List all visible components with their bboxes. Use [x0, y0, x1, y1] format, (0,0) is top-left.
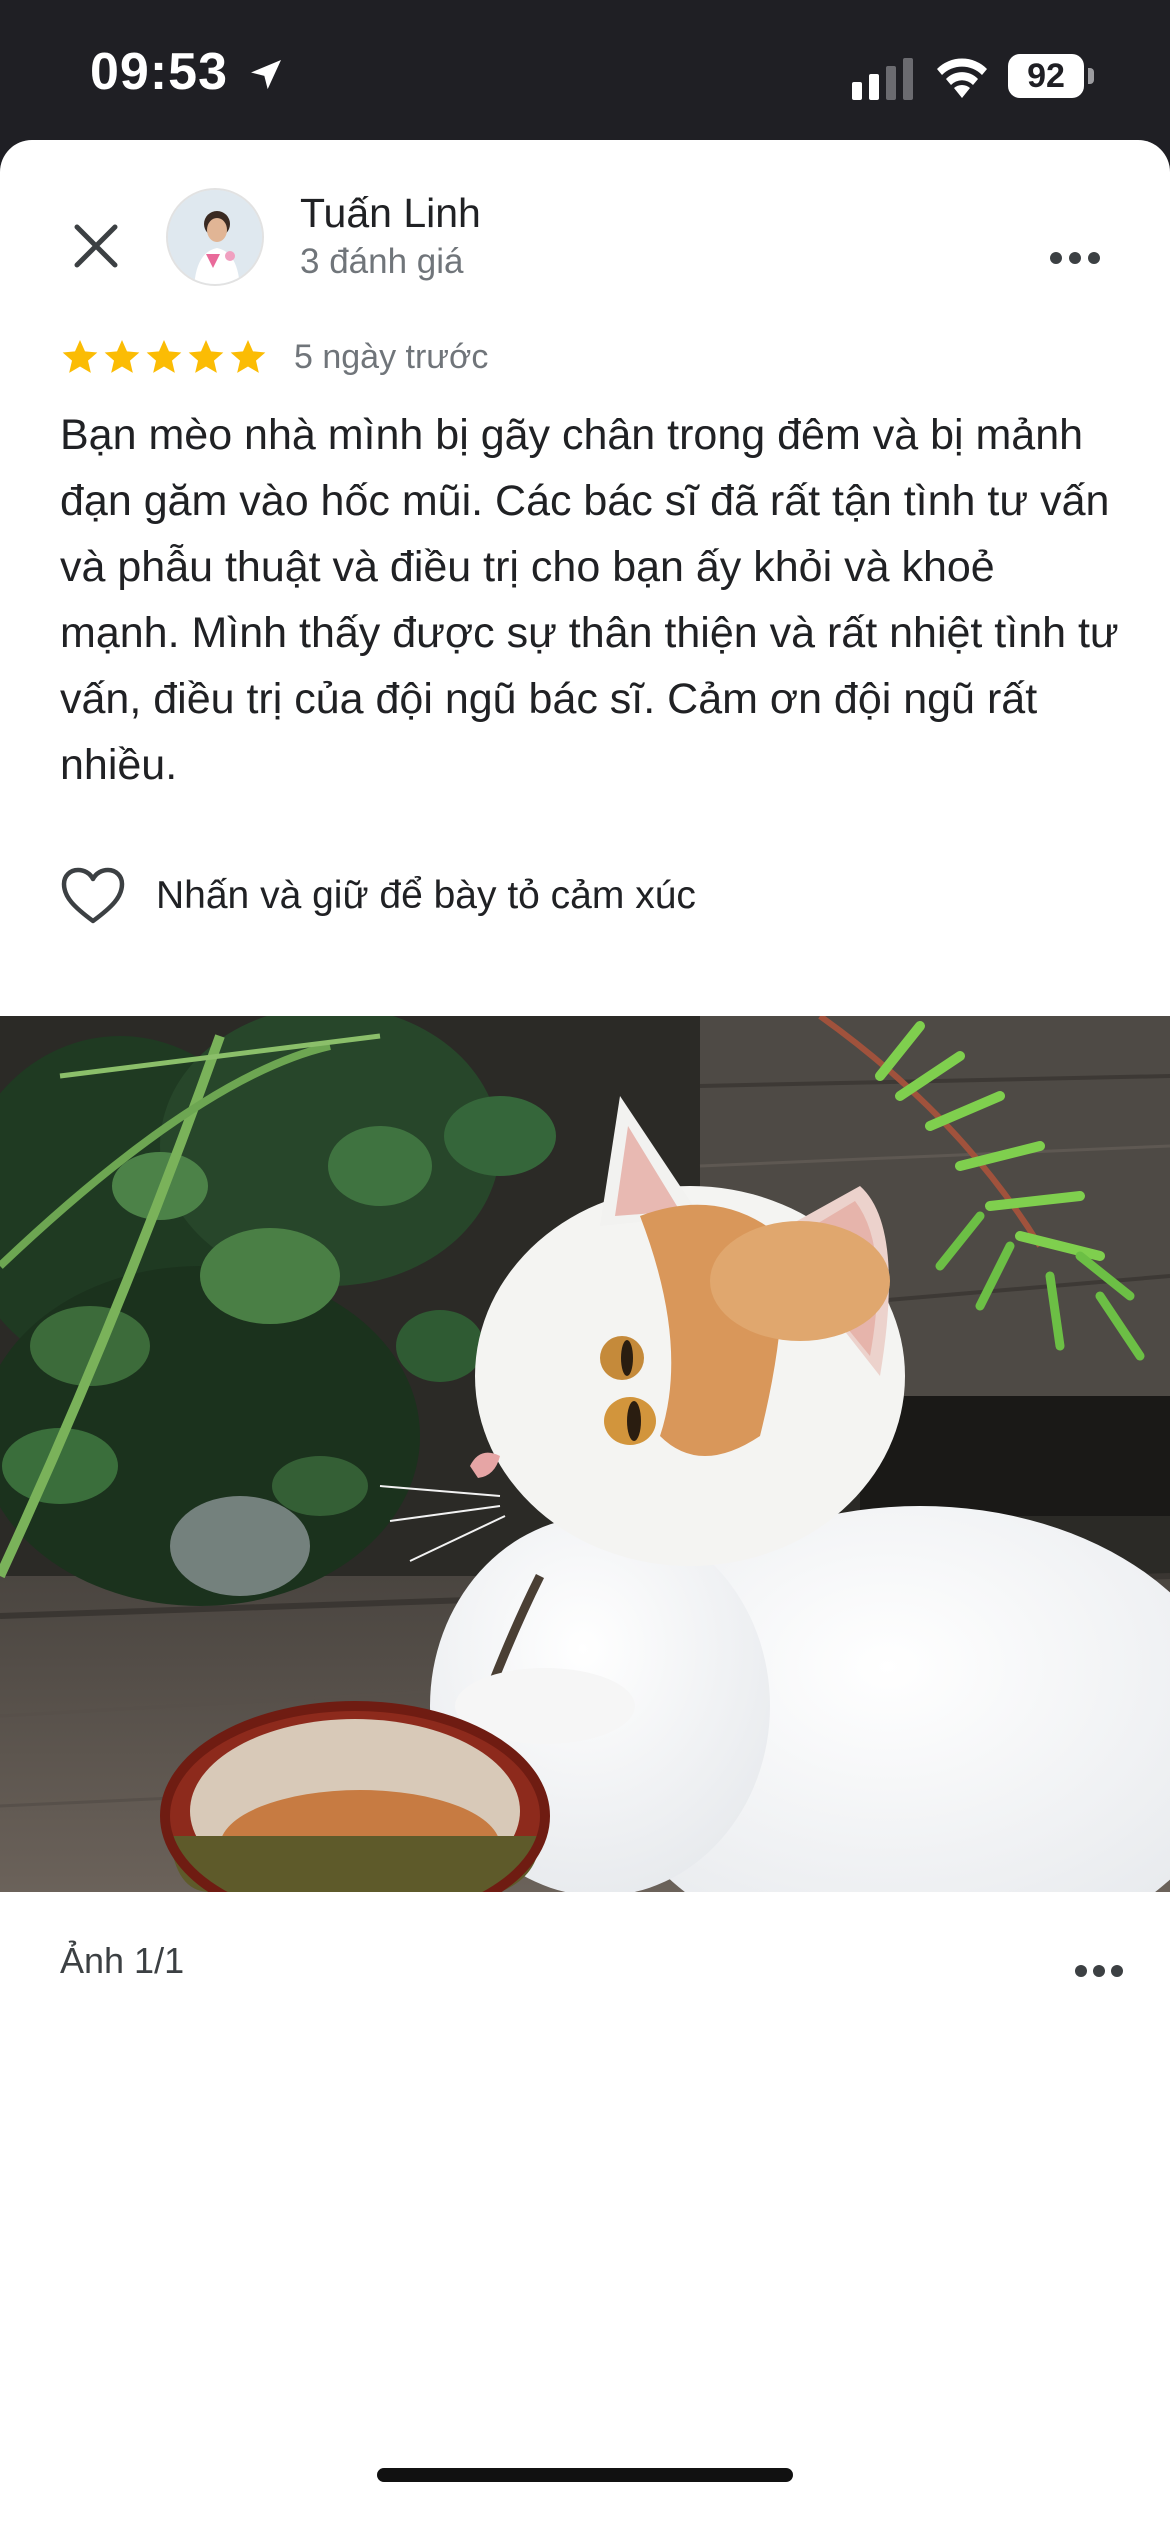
- close-icon: [74, 224, 118, 268]
- photo-counter: Ảnh 1/1: [60, 1940, 185, 1981]
- battery-level: 92: [1008, 54, 1084, 98]
- phone-screen: 09:53 92 Tuấn Linh 3 đánh giá 5 ngày trư…: [0, 0, 1170, 2532]
- star-icon: [188, 340, 224, 373]
- close-button[interactable]: [58, 208, 134, 284]
- wifi-icon: [937, 58, 987, 98]
- battery-indicator: 92: [1008, 54, 1094, 98]
- location-arrow-icon: [251, 60, 281, 90]
- cellular-signal-icon: [852, 58, 913, 100]
- star-rating: [60, 337, 268, 377]
- status-time: 09:53: [90, 43, 228, 101]
- review-text: Bạn mèo nhà mình bị gãy chân trong đêm v…: [60, 411, 1119, 789]
- battery-tip: [1088, 68, 1094, 84]
- more-horizontal-icon: [1050, 252, 1100, 264]
- review-date: 5 ngày trước: [294, 337, 489, 376]
- review-count: 3 đánh giá: [300, 242, 464, 281]
- heart-outline-icon: [61, 867, 125, 924]
- star-icon: [104, 340, 140, 373]
- star-icon: [146, 340, 182, 373]
- react-label: Nhấn và giữ để bày tỏ cảm xúc: [156, 874, 696, 917]
- star-icon: [62, 340, 98, 373]
- cat-photo: [0, 1016, 1170, 1892]
- star-icon: [230, 340, 266, 373]
- reviewer-name[interactable]: Tuấn Linh: [300, 190, 481, 237]
- more-horizontal-icon: [1075, 1965, 1123, 1977]
- avatar-image: [168, 190, 262, 284]
- status-bar: 09:53 92: [0, 0, 1170, 140]
- react-button[interactable]: Nhấn và giữ để bày tỏ cảm xúc: [60, 862, 696, 930]
- review-photo[interactable]: [0, 1016, 1170, 1892]
- rating-row: 5 ngày trước: [60, 332, 488, 382]
- photo-more-options-button[interactable]: [1066, 1948, 1132, 1994]
- review-sheet: Tuấn Linh 3 đánh giá 5 ngày trước Bạn mè…: [0, 140, 1170, 2532]
- more-options-button[interactable]: [1040, 228, 1110, 288]
- avatar[interactable]: [166, 188, 264, 286]
- home-indicator[interactable]: [377, 2468, 793, 2482]
